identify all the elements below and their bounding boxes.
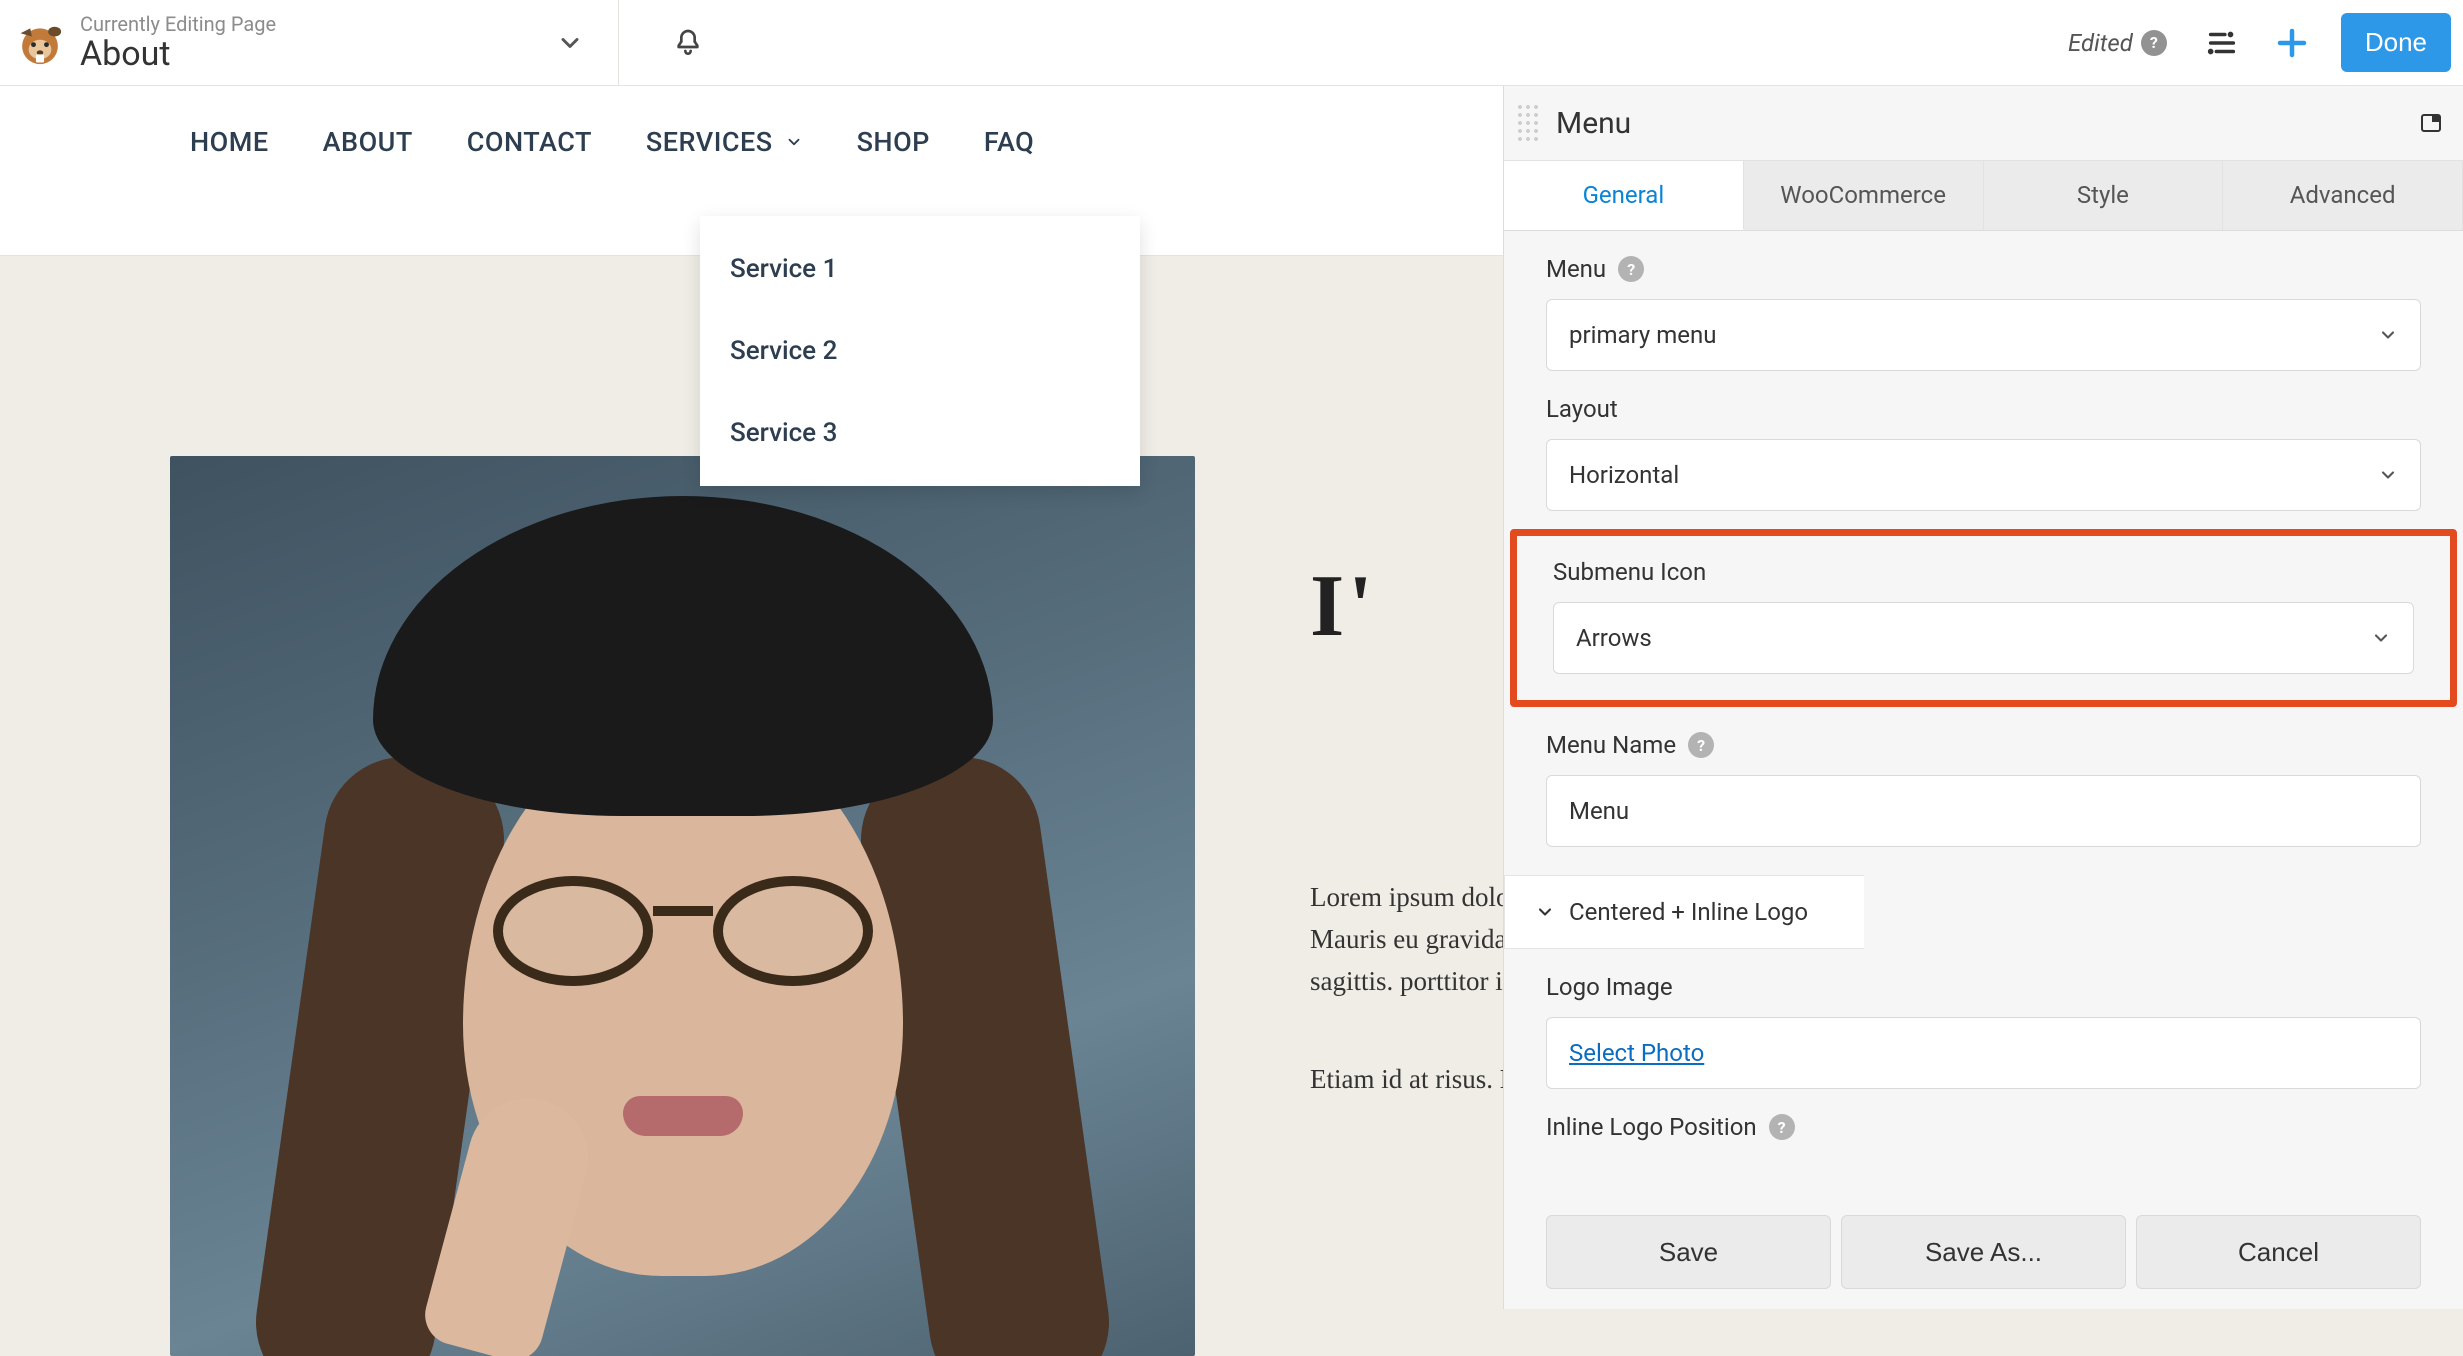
panel-footer: Save Save As... Cancel: [1504, 1203, 2463, 1309]
menu-name-input[interactable]: Menu: [1546, 775, 2421, 847]
submenu-icon-label: Submenu Icon: [1553, 558, 2414, 586]
submenu-service-2[interactable]: Service 2: [700, 310, 1140, 392]
chevron-down-icon: [785, 133, 803, 151]
logo-image-field[interactable]: Select Photo: [1546, 1017, 2421, 1089]
chevron-down-icon: [2371, 628, 2391, 648]
menu-select-value: primary menu: [1569, 321, 1716, 349]
top-toolbar: Currently Editing Page About Edited ? Do…: [0, 0, 2463, 86]
menu-field-label: Menu ?: [1546, 255, 2421, 283]
help-icon[interactable]: ?: [1618, 256, 1644, 282]
layout-select[interactable]: Horizontal: [1546, 439, 2421, 511]
about-photo: [170, 456, 1195, 1356]
done-button[interactable]: Done: [2341, 13, 2451, 72]
tab-advanced[interactable]: Advanced: [2223, 160, 2463, 230]
edited-label: Edited: [2068, 29, 2133, 57]
nav-faq[interactable]: FAQ: [984, 126, 1034, 158]
panel-header: Menu: [1504, 86, 2463, 160]
menu-select[interactable]: primary menu: [1546, 299, 2421, 371]
page-selector-chevron[interactable]: [556, 29, 584, 57]
inline-logo-position-label: Inline Logo Position ?: [1546, 1113, 2421, 1141]
toggle-panel-icon[interactable]: [2419, 111, 2443, 135]
menu-name-value: Menu: [1569, 797, 1629, 825]
toolbar-separator: [618, 0, 619, 85]
chevron-down-icon: [1535, 902, 1555, 922]
app-logo: [12, 15, 68, 71]
submenu-icon-value: Arrows: [1576, 624, 1652, 652]
nav-shop[interactable]: SHOP: [857, 126, 930, 158]
section-centered-logo[interactable]: Centered + Inline Logo: [1504, 875, 1864, 949]
chevron-down-icon: [2378, 325, 2398, 345]
tab-woocommerce[interactable]: WooCommerce: [1744, 160, 1984, 230]
panel-body: Menu ? primary menu Layout Horizontal Su…: [1504, 231, 2463, 1203]
tab-style[interactable]: Style: [1984, 160, 2224, 230]
outline-icon[interactable]: [2199, 20, 2245, 66]
nav-about[interactable]: ABOUT: [323, 126, 413, 158]
page-info: Currently Editing Page About: [80, 12, 276, 73]
panel-title: Menu: [1556, 106, 2419, 141]
submenu-service-3[interactable]: Service 3: [700, 392, 1140, 474]
services-submenu: Service 1 Service 2 Service 3: [700, 216, 1140, 486]
page-title: About: [80, 36, 276, 73]
edited-status: Edited ?: [2068, 29, 2167, 57]
add-icon[interactable]: [2269, 20, 2315, 66]
cancel-button[interactable]: Cancel: [2136, 1215, 2421, 1289]
chevron-down-icon: [2378, 465, 2398, 485]
editing-label: Currently Editing Page: [80, 12, 276, 36]
nav-home[interactable]: HOME: [190, 126, 269, 158]
help-icon[interactable]: ?: [1688, 732, 1714, 758]
panel-tabs: General WooCommerce Style Advanced: [1504, 160, 2463, 231]
notifications-icon[interactable]: [665, 20, 711, 66]
drag-handle-icon[interactable]: [1516, 103, 1538, 143]
layout-select-value: Horizontal: [1569, 461, 1679, 489]
settings-panel: Menu General WooCommerce Style Advanced …: [1503, 86, 2463, 1309]
nav-services[interactable]: SERVICES: [646, 126, 803, 158]
select-photo-link[interactable]: Select Photo: [1569, 1039, 1704, 1067]
menu-name-label: Menu Name ?: [1546, 731, 2421, 759]
logo-image-label: Logo Image: [1546, 973, 2421, 1001]
tab-general[interactable]: General: [1504, 160, 1744, 230]
submenu-icon-highlight: Submenu Icon Arrows: [1510, 529, 2457, 707]
help-icon[interactable]: ?: [2141, 30, 2167, 56]
nav-contact[interactable]: CONTACT: [467, 126, 592, 158]
submenu-service-1[interactable]: Service 1: [700, 228, 1140, 310]
save-as-button[interactable]: Save As...: [1841, 1215, 2126, 1289]
submenu-icon-select[interactable]: Arrows: [1553, 602, 2414, 674]
save-button[interactable]: Save: [1546, 1215, 1831, 1289]
help-icon[interactable]: ?: [1769, 1114, 1795, 1140]
layout-field-label: Layout: [1546, 395, 2421, 423]
